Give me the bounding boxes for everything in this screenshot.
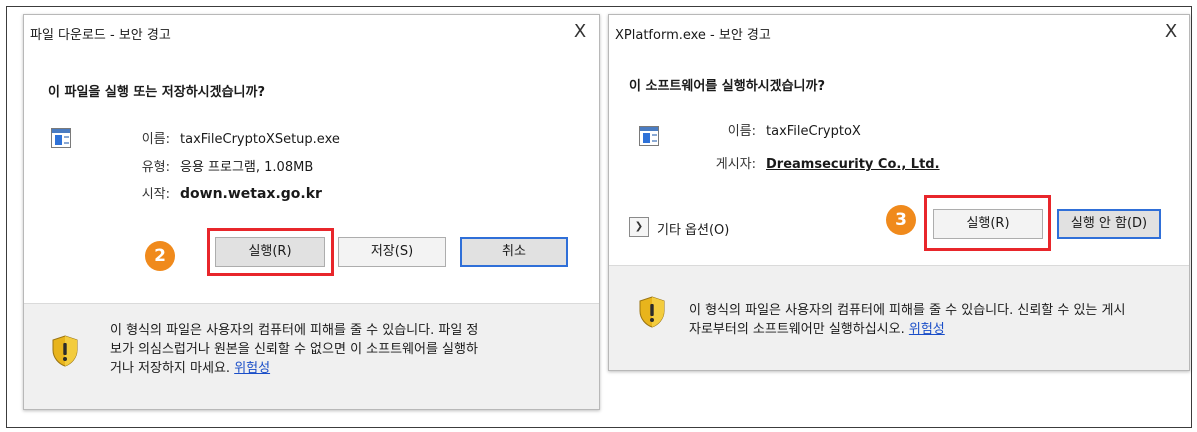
- dont-run-button[interactable]: 실행 안 함(D): [1057, 209, 1161, 239]
- more-options-label[interactable]: 기타 옵션(O): [657, 219, 729, 238]
- footer-divider: [609, 265, 1189, 266]
- publisher-label: 게시자:: [715, 157, 756, 172]
- publisher-row: 게시자: Dreamsecurity Co., Ltd.: [706, 153, 940, 172]
- warning-line: 이 형식의 파일은 사용자의 컴퓨터에 피해를 줄 수 있습니다. 신뢰할 수 …: [689, 303, 1126, 318]
- question-text: 이 소프트웨어를 실행하시겠습니까?: [629, 79, 825, 94]
- xplatform-security-dialog: XPlatform.exe - 보안 경고 X 이 소프트웨어를 실행하시겠습니…: [608, 14, 1190, 371]
- footer-divider: [24, 303, 599, 304]
- run-button[interactable]: 실행(R): [933, 209, 1043, 239]
- name-label: 이름:: [141, 132, 170, 147]
- type-label: 유형:: [141, 160, 170, 175]
- shield-warning-icon: [639, 296, 665, 328]
- question-text: 이 파일을 실행 또는 저장하시겠습니까?: [48, 85, 266, 100]
- close-icon[interactable]: X: [1158, 21, 1184, 43]
- title-bar: 파일 다운로드 - 보안 경고 X: [24, 15, 599, 49]
- source-row: 시작: down.wetax.go.kr: [130, 183, 322, 202]
- cancel-button[interactable]: 취소: [460, 237, 568, 267]
- close-icon[interactable]: X: [567, 21, 593, 43]
- publisher-link[interactable]: Dreamsecurity Co., Ltd.: [766, 157, 940, 172]
- dialog-title: 파일 다운로드 - 보안 경고: [30, 28, 171, 43]
- warning-line-last: 거나 저장하지 마세요. 위험성: [110, 361, 271, 376]
- application-icon: [51, 128, 71, 148]
- file-download-security-dialog: 파일 다운로드 - 보안 경고 X 이 파일을 실행 또는 저장하시겠습니까? …: [23, 14, 600, 410]
- name-label: 이름:: [727, 124, 756, 139]
- file-type-value: 응용 프로그램, 1.08MB: [180, 160, 314, 175]
- software-name-value: taxFileCryptoX: [766, 124, 861, 139]
- shield-warning-icon: [52, 335, 78, 367]
- warning-line: 이 형식의 파일은 사용자의 컴퓨터에 피해를 줄 수 있습니다. 파일 정: [110, 323, 479, 338]
- name-row: 이름: taxFileCryptoXSetup.exe: [130, 128, 340, 147]
- warning-message: 이 형식의 파일은 사용자의 컴퓨터에 피해를 줄 수 있습니다. 신뢰할 수 …: [689, 301, 1184, 339]
- source-label: 시작:: [141, 187, 170, 202]
- application-icon: [639, 126, 659, 146]
- step-3-badge: 3: [886, 205, 916, 235]
- warning-message: 이 형식의 파일은 사용자의 컴퓨터에 피해를 줄 수 있습니다. 파일 정 보…: [110, 321, 590, 378]
- step-2-badge: 2: [145, 241, 175, 271]
- name-row: 이름: taxFileCryptoX: [706, 120, 861, 139]
- dialog-title: XPlatform.exe - 보안 경고: [615, 28, 771, 43]
- file-name-value: taxFileCryptoXSetup.exe: [180, 132, 340, 147]
- save-button[interactable]: 저장(S): [338, 237, 446, 267]
- warning-line: 보가 의심스럽거나 원본을 신뢰할 수 없으면 이 소프트웨어를 실행하: [110, 342, 478, 357]
- type-row: 유형: 응용 프로그램, 1.08MB: [130, 156, 314, 175]
- risk-link[interactable]: 위험성: [909, 322, 945, 337]
- risk-link[interactable]: 위험성: [234, 361, 270, 376]
- run-button[interactable]: 실행(R): [215, 237, 325, 267]
- title-bar: XPlatform.exe - 보안 경고 X: [609, 15, 1189, 49]
- source-value: down.wetax.go.kr: [180, 186, 322, 202]
- more-options-chevron-icon[interactable]: ❯: [629, 217, 649, 237]
- warning-line-last: 자로부터의 소프트웨어만 실행하십시오. 위험성: [689, 322, 945, 337]
